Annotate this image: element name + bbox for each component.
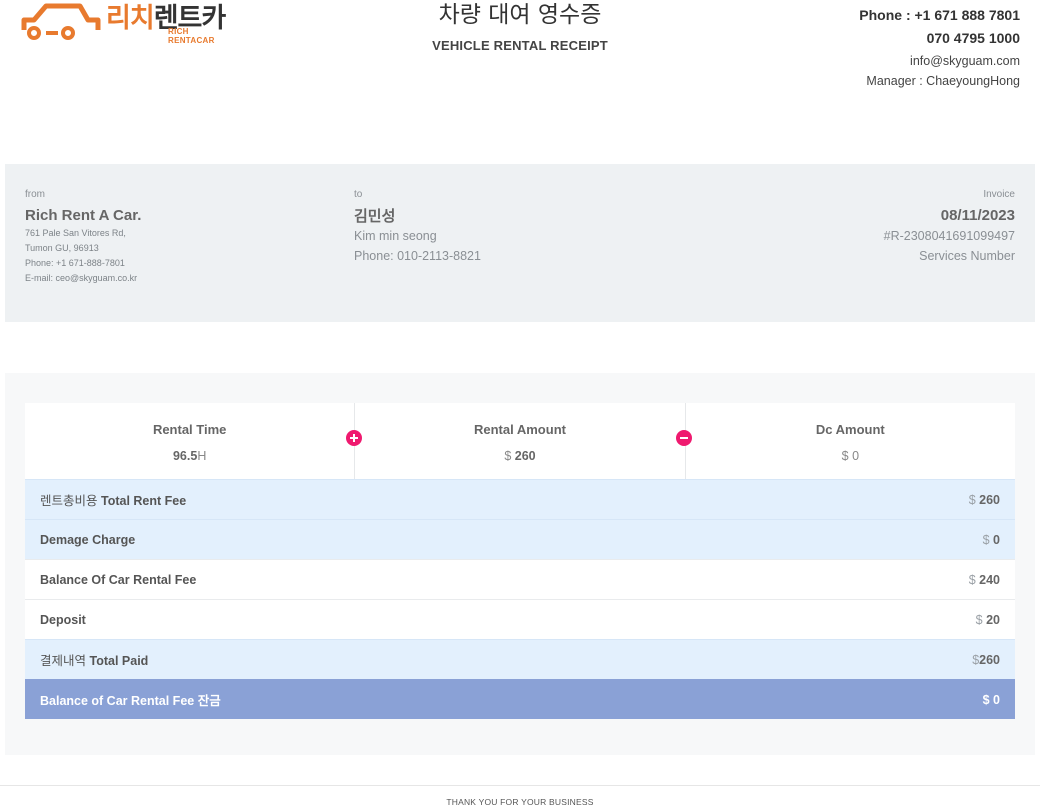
row-damage-charge-label: Demage Charge — [40, 532, 136, 547]
from-section: from Rich Rent A Car. 761 Pale San Vitor… — [25, 188, 141, 286]
damage-number: 0 — [993, 532, 1000, 547]
dc-amount-currency: $ — [841, 449, 849, 463]
final-balance-number: 0 — [993, 692, 1000, 707]
damage-currency: $ — [982, 532, 990, 547]
row-deposit-value: $ 20 — [976, 613, 1000, 627]
total-rent-fee-number: 260 — [979, 492, 1000, 507]
fee-breakdown: 렌트총비용 Total Rent Fee $ 260 Demage Charge… — [25, 479, 1015, 719]
row-damage-charge: Demage Charge $ 0 — [25, 519, 1015, 559]
company-contact: Phone : +1 671 888 7801 070 4795 1000 in… — [859, 6, 1020, 91]
row-deposit-label: Deposit — [40, 612, 86, 627]
invoice-section: Invoice 08/11/2023 #R-2308041691099497 S… — [884, 188, 1015, 266]
stat-rental-time-label: Rental Time — [152, 422, 227, 437]
total-paid-number: 260 — [979, 652, 1000, 667]
stat-dc-amount: Dc Amount $ 0 — [684, 403, 1015, 479]
customer-name-kr: 김민성 — [354, 207, 396, 225]
minus-circle-icon — [676, 430, 692, 446]
from-address-line-1: 761 Pale San Vitores Rd, — [25, 228, 126, 238]
invoice-date: 08/11/2023 — [940, 207, 1015, 224]
deposit-number: 20 — [986, 612, 1000, 627]
row-final-balance-value: $ 0 — [983, 693, 1000, 707]
receipt-title-kr: 차량 대여 영수증 — [438, 2, 602, 28]
final-balance-currency: $ — [982, 692, 990, 707]
receipt-title-en: VEHICLE RENTAL RECEIPT — [432, 38, 608, 53]
row-final-balance-label: Balance of Car Rental Fee 잔금 — [40, 690, 221, 709]
brand-name-kr-orange: 리치 — [106, 3, 155, 34]
from-company-name: Rich Rent A Car. — [25, 207, 142, 224]
row-total-paid-label: 결제내역 Total Paid — [40, 650, 148, 669]
brand-logo: 리치렌트카 RICH RENTACAR — [20, 0, 230, 45]
row-balance-car-rental-fee: Balance Of Car Rental Fee $ 240 — [25, 559, 1015, 599]
contact-manager: Manager : ChaeyoungHong — [866, 74, 1020, 88]
rental-amount-currency: $ — [504, 449, 512, 463]
total-rent-fee-kr: 렌트총비용 — [40, 493, 98, 508]
stat-rental-amount: Rental Amount $ 260 — [354, 403, 684, 479]
rental-amount-number: 260 — [514, 449, 536, 463]
summary-card: Rental Time 96.5H Rental Amount $ 260 Dc… — [25, 403, 1015, 719]
dc-amount-number: 0 — [852, 449, 860, 463]
customer-name-en: Kim min seong — [354, 229, 437, 243]
row-total-rent-fee-value: $ 260 — [969, 493, 1000, 507]
total-paid-kr: 결제내역 — [40, 653, 87, 668]
contact-email: info@skyguam.com — [910, 54, 1020, 68]
total-rent-fee-currency: $ — [968, 492, 976, 507]
footer-divider — [0, 785, 1040, 786]
stat-rental-amount-label: Rental Amount — [474, 422, 566, 437]
balance-currency: $ — [968, 572, 976, 587]
stat-rental-time: Rental Time 96.5H — [25, 403, 354, 479]
rental-stats: Rental Time 96.5H Rental Amount $ 260 Dc… — [25, 403, 1015, 479]
to-label: to — [354, 189, 363, 200]
to-section: to 김민성 Kim min seong Phone: 010-2113-882… — [354, 188, 481, 266]
stat-dc-amount-value: $ 0 — [686, 448, 1015, 464]
from-phone: Phone: +1 671-888-7801 — [25, 258, 125, 268]
invoice-number: #R-2308041691099497 — [883, 229, 1015, 243]
stat-rental-amount-value: $ 260 — [355, 448, 684, 464]
receipt-title: 차량 대여 영수증 VEHICLE RENTAL RECEIPT — [380, 0, 660, 53]
row-total-paid-value: $260 — [972, 653, 1000, 667]
deposit-currency: $ — [975, 612, 983, 627]
customer-phone: Phone: 010-2113-8821 — [354, 249, 481, 263]
from-label: from — [25, 189, 45, 200]
row-total-rent-fee-label: 렌트총비용 Total Rent Fee — [40, 490, 186, 509]
row-balance-label: Balance Of Car Rental Fee — [40, 572, 197, 587]
receipt-header: 리치렌트카 RICH RENTACAR 차량 대여 영수증 VEHICLE RE… — [0, 0, 1040, 110]
from-email: E-mail: ceo@skyguam.co.kr — [25, 273, 138, 283]
row-total-paid: 결제내역 Total Paid $260 — [25, 639, 1015, 679]
invoice-label: Invoice — [983, 189, 1015, 200]
rental-time-number: 96.5 — [172, 449, 198, 463]
row-final-balance: Balance of Car Rental Fee 잔금 $ 0 — [25, 679, 1015, 719]
balance-number: 240 — [979, 572, 1000, 587]
final-balance-kr: 잔금 — [197, 693, 221, 708]
car-logo-icon — [21, 3, 101, 40]
stat-dc-amount-label: Dc Amount — [815, 422, 885, 437]
brand-name-en: RICH RENTACAR — [168, 27, 215, 45]
rental-time-unit: H — [197, 449, 207, 463]
from-address-line-2: Tumon GU, 96913 — [25, 243, 99, 253]
stat-rental-time-value: 96.5H — [25, 448, 354, 464]
billing-info-band: from Rich Rent A Car. 761 Pale San Vitor… — [5, 164, 1035, 322]
contact-phone: Phone : +1 671 888 7801 — [859, 7, 1020, 23]
row-damage-charge-value: $ 0 — [983, 533, 1000, 547]
plus-circle-icon — [346, 430, 362, 446]
contact-phone-2: 070 4795 1000 — [926, 30, 1020, 46]
total-paid-en: Total Paid — [89, 654, 149, 668]
row-balance-value: $ 240 — [969, 573, 1000, 587]
final-balance-en: Balance of Car Rental Fee — [40, 694, 195, 708]
invoice-number-label: Services Number — [919, 249, 1015, 263]
row-deposit: Deposit $ 20 — [25, 599, 1015, 639]
summary-panel: Rental Time 96.5H Rental Amount $ 260 Dc… — [5, 373, 1035, 755]
footer-thank-you: THANK YOU FOR YOUR BUSINESS — [446, 797, 594, 807]
row-total-rent-fee: 렌트총비용 Total Rent Fee $ 260 — [25, 479, 1015, 519]
total-rent-fee-en: Total Rent Fee — [101, 494, 187, 508]
